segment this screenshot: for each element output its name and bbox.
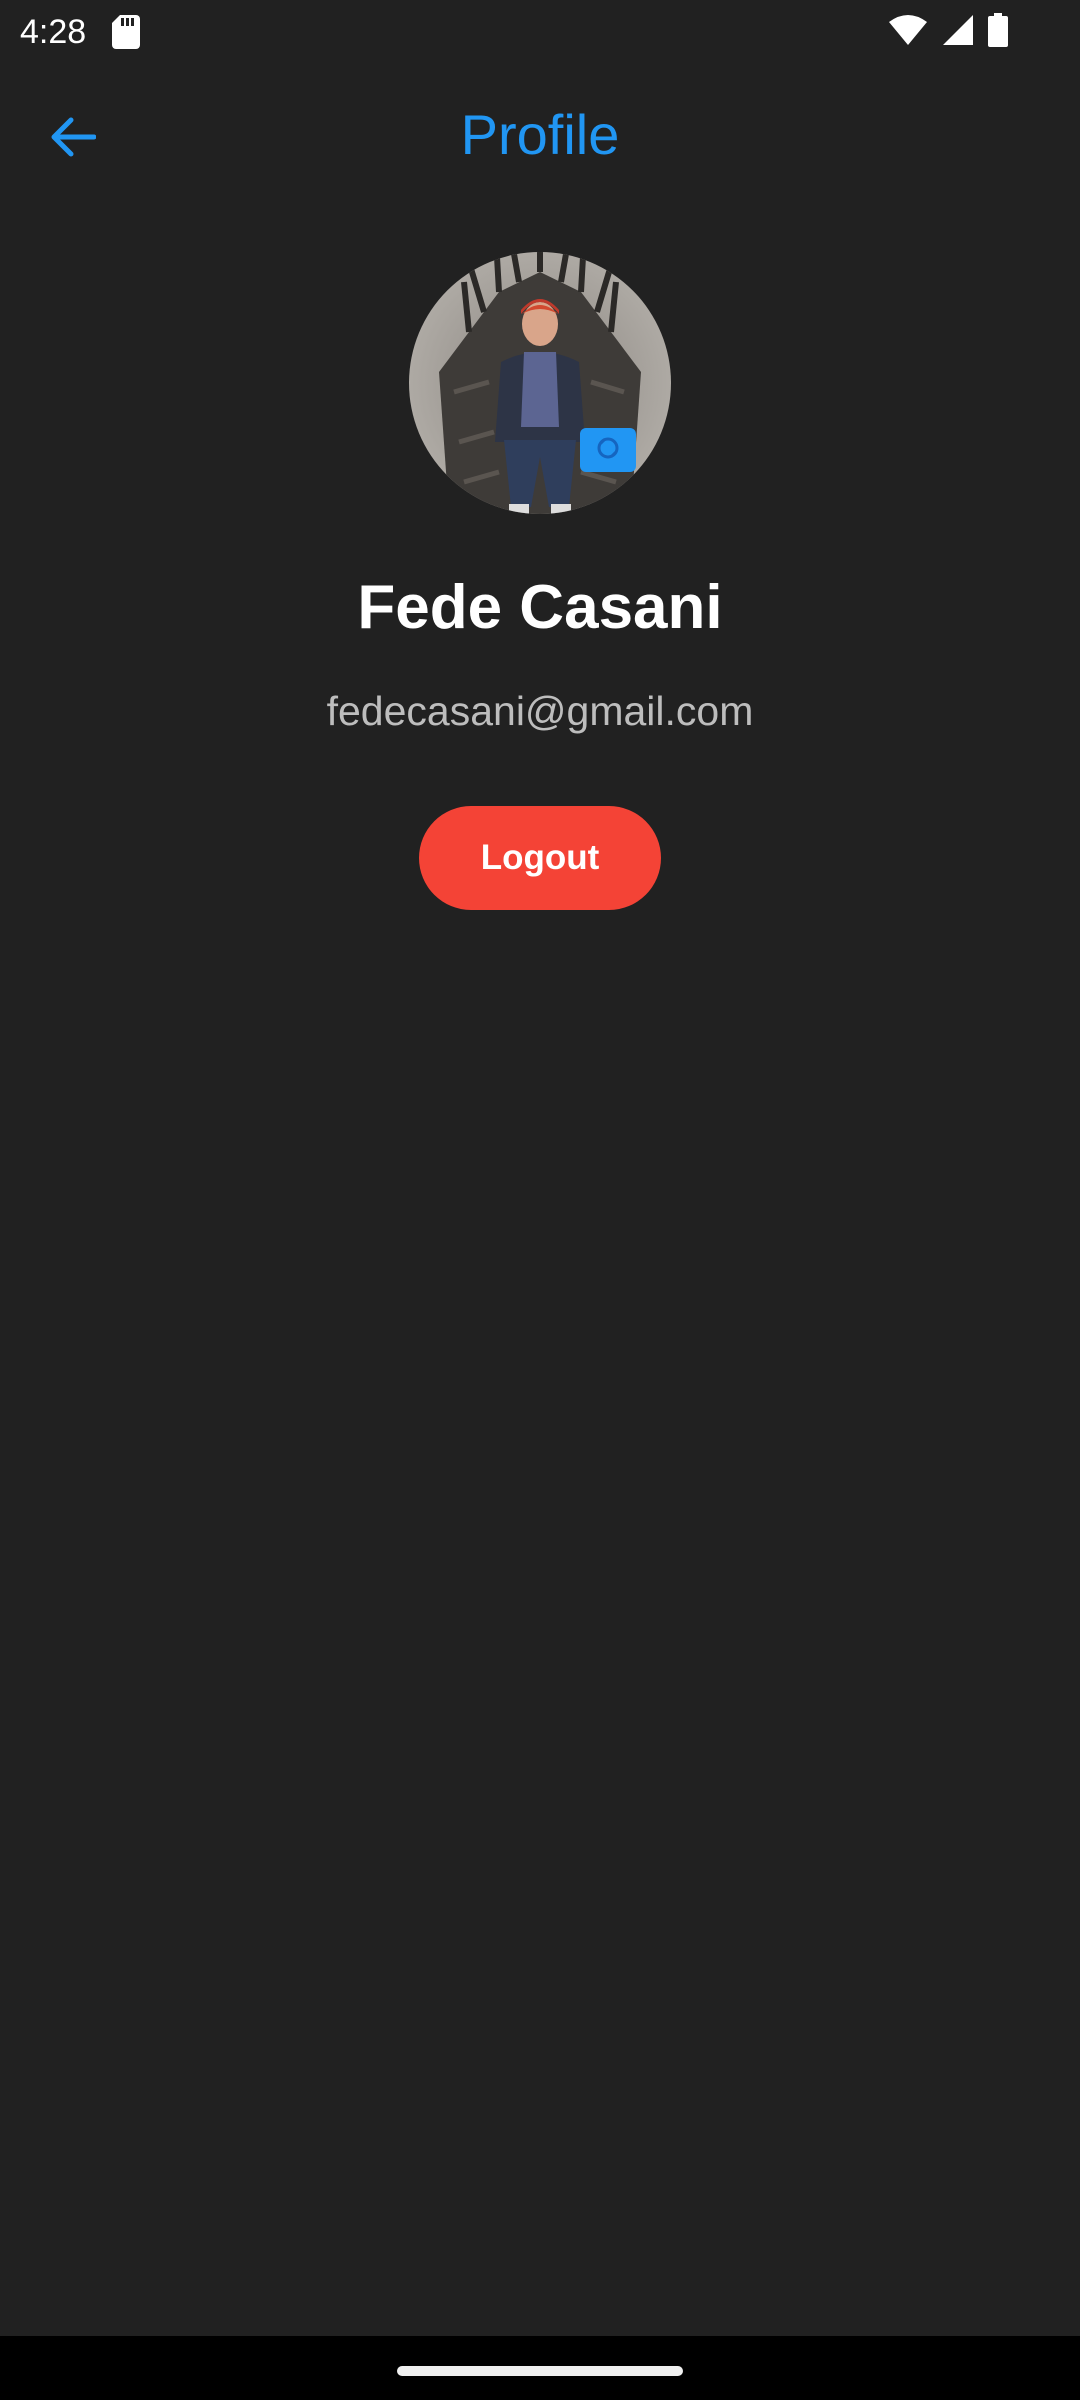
status-time: 4:28 — [20, 13, 87, 51]
home-handle[interactable] — [397, 2366, 683, 2376]
wifi-icon — [888, 14, 928, 51]
logout-button[interactable]: Logout — [419, 806, 661, 910]
app-bar: Profile — [0, 64, 1080, 208]
user-email: fedecasani@gmail.com — [326, 688, 754, 734]
profile-photo — [409, 252, 671, 514]
status-icons — [888, 12, 1008, 52]
camera-icon — [591, 434, 625, 467]
system-nav-bar — [0, 2336, 1080, 2400]
avatar[interactable] — [409, 252, 671, 514]
status-bar: 4:28 — [0, 0, 1080, 64]
user-name: Fede Casani — [357, 573, 723, 642]
change-photo-button[interactable] — [580, 428, 636, 472]
signal-icon — [942, 14, 974, 51]
battery-icon — [988, 12, 1008, 52]
sd-card-icon — [112, 15, 140, 49]
page-title: Profile — [460, 103, 620, 166]
